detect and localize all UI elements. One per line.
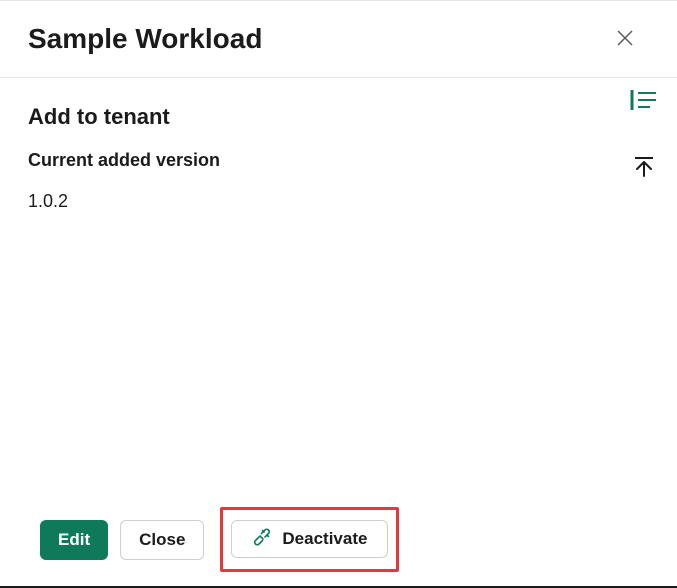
dialog-footer: Edit Close Deactivate	[0, 507, 677, 572]
arrow-top-icon	[632, 155, 656, 182]
deactivate-highlight: Deactivate	[220, 507, 399, 572]
list-tool-button[interactable]	[627, 86, 661, 117]
close-button[interactable]: Close	[120, 520, 204, 560]
scroll-top-button[interactable]	[630, 153, 658, 184]
close-icon	[615, 28, 635, 51]
version-label: Current added version	[28, 150, 649, 171]
dialog-header: Sample Workload	[0, 1, 677, 78]
deactivate-button[interactable]: Deactivate	[231, 520, 388, 558]
version-value: 1.0.2	[28, 191, 649, 212]
edit-button-label: Edit	[58, 530, 90, 550]
section-title: Add to tenant	[28, 104, 649, 130]
deactivate-button-label: Deactivate	[282, 529, 367, 549]
side-tool-strip	[627, 86, 661, 184]
close-icon-button[interactable]	[611, 24, 639, 55]
edit-button[interactable]: Edit	[40, 520, 108, 560]
dialog-body: Add to tenant Current added version 1.0.…	[0, 78, 677, 212]
plug-disconnected-icon	[252, 527, 272, 552]
list-icon	[629, 88, 659, 115]
close-button-label: Close	[139, 530, 185, 550]
dialog-title: Sample Workload	[28, 23, 262, 55]
